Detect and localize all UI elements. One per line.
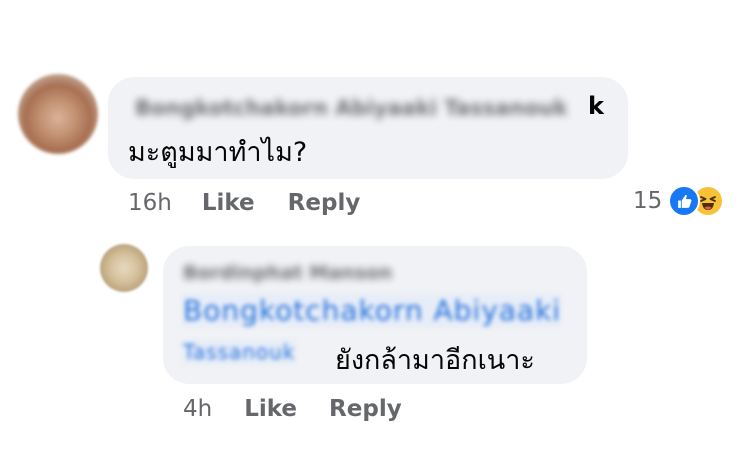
replier-name-blurred[interactable]: Bordinphat Manson (183, 262, 392, 284)
comment-text: มะตูมมาทำไม? (128, 137, 308, 168)
comment-reply-button[interactable]: Reply (288, 190, 361, 216)
comment-like-button[interactable]: Like (202, 190, 255, 216)
reply-reply-button[interactable]: Reply (329, 396, 402, 422)
commenter-name-blurred[interactable]: Bongkotchakorn Abiyaaki Tassanouk (135, 96, 568, 120)
commenter-avatar[interactable] (18, 74, 98, 154)
comment-timestamp[interactable]: 16h (128, 190, 172, 216)
reply-like-button[interactable]: Like (244, 396, 297, 422)
reaction-count[interactable]: 15 (633, 188, 662, 214)
reaction-summary[interactable]: 15 (633, 185, 725, 217)
reply-actions: 4h Like Reply (183, 396, 402, 422)
replier-avatar[interactable] (100, 244, 148, 292)
tagged-user-line2-blurred[interactable]: Tassanouk (183, 340, 296, 364)
comment-actions: 16h Like Reply (128, 190, 360, 216)
reply-text: ยังกล้ามาอีกเนาะ (335, 345, 535, 376)
tagged-user-line1-blurred[interactable]: Bongkotchakorn Abiyaaki (183, 294, 562, 327)
reply-timestamp[interactable]: 4h (183, 396, 212, 422)
commenter-name-tail[interactable]: k (588, 92, 604, 120)
